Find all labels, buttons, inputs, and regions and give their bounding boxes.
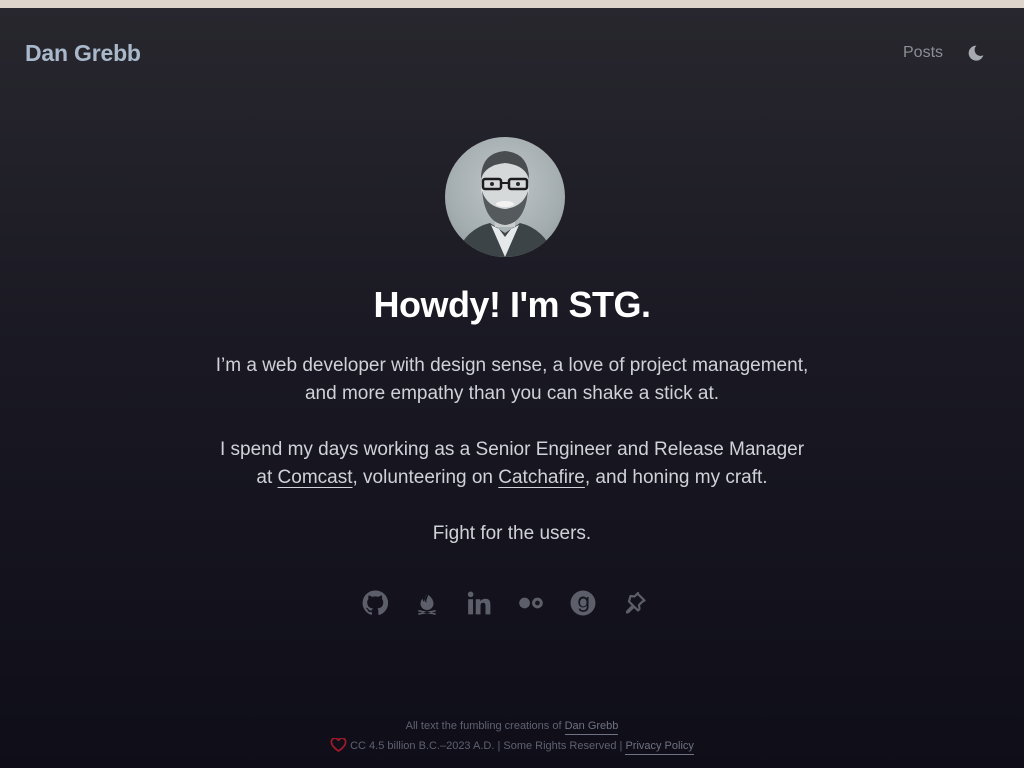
footer-credits-text: All text the fumbling creations of [405,720,565,732]
site-title-link[interactable]: Dan Grebb [25,40,141,67]
privacy-policy-link[interactable]: Privacy Policy [625,740,694,755]
linkedin-link[interactable] [464,588,494,618]
flickr-link[interactable] [516,588,546,618]
site-footer: All text the fumbling creations of Dan G… [0,716,1024,756]
social-links [360,588,660,618]
campfire-icon [418,591,436,615]
bio-work-text-after: , and honing my craft. [584,467,768,488]
bio-section: I’m a web developer with design sense, a… [212,352,812,576]
portrait-image [455,151,555,257]
github-icon [362,590,388,615]
footer-line-license: CC 4.5 billion B.C.–2023 A.D. | Some Rig… [0,736,1024,756]
linkedin-icon [467,591,491,615]
catchafire-link[interactable]: Catchafire [498,467,585,488]
page-headline: Howdy! I'm STG. [373,284,651,325]
goodreads-icon [570,590,596,616]
site-header: Dan Grebb Posts [0,8,1024,98]
moon-icon [968,45,984,61]
avatar [445,137,565,257]
theme-toggle-button[interactable] [965,42,987,64]
footer-line-credits: All text the fumbling creations of Dan G… [0,716,1024,736]
bio-work-text-middle: , volunteering on [352,467,499,488]
goodreads-link[interactable] [568,588,598,618]
bio-paragraph-work: I spend my days working as a Senior Engi… [212,436,812,492]
github-link[interactable] [360,588,390,618]
cc-heart-icon [330,738,347,752]
pin-icon [625,591,646,614]
nav-link-posts[interactable]: Posts [903,44,943,62]
footer-author-link[interactable]: Dan Grebb [564,720,619,735]
campfire-link[interactable] [412,588,442,618]
bio-paragraph-motto: Fight for the users. [432,523,592,544]
footer-license-text: CC 4.5 billion B.C.–2023 A.D. | Some Rig… [350,740,626,752]
bio-paragraph-intro: I’m a web developer with design sense, a… [215,355,809,404]
top-accent-bar [0,0,1024,8]
flickr-icon [519,597,543,609]
comcast-link[interactable]: Comcast [278,467,353,488]
pinboard-link[interactable] [620,588,650,618]
